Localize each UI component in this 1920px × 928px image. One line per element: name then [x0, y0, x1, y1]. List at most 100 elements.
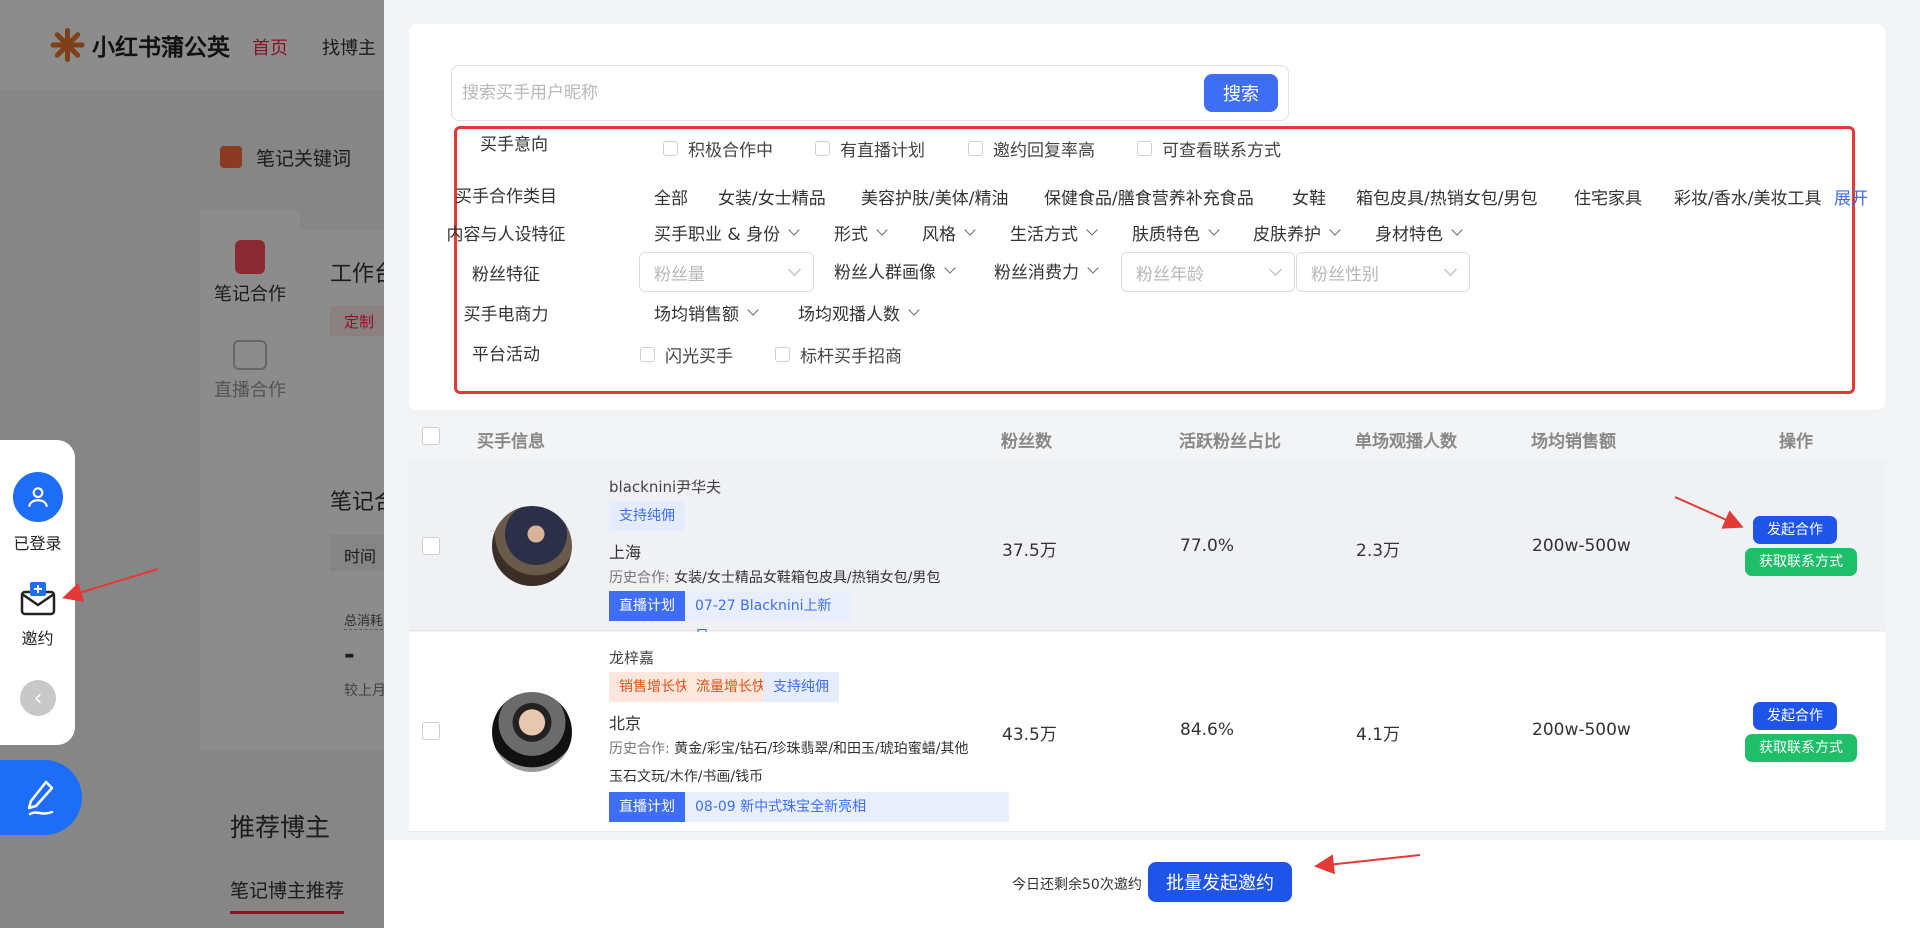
- table-row: 龙梓嘉 销售增长快 流量增长快 支持纯佣 北京 历史合作: 黄金/彩宝/钻石/珍…: [409, 632, 1885, 832]
- fans-age-select[interactable]: 粉丝年龄: [1121, 252, 1295, 292]
- active-ratio: 77.0%: [1180, 536, 1235, 556]
- intent-option[interactable]: 邀约回复率高: [968, 136, 1095, 161]
- persona-dropdown[interactable]: 身材特色: [1375, 220, 1463, 245]
- history-coop: 历史合作: 黄金/彩宝/钻石/珍珠翡翠/和田玉/琥珀蜜蜡/其他: [609, 741, 969, 757]
- th-viewers: 单场观播人数: [1355, 432, 1457, 452]
- persona-dropdown[interactable]: 风格: [922, 220, 976, 245]
- drawer-footer: 今日还剩余50次邀约 批量发起邀约: [384, 840, 1920, 928]
- live-plan[interactable]: 直播计划 08-09 新中式珠宝全新亮相: [609, 792, 1009, 822]
- invite-mail-icon[interactable]: [19, 580, 57, 616]
- fans-dropdown[interactable]: 粉丝人群画像: [834, 258, 956, 283]
- category-item[interactable]: 保健食品/膳食营养补充食品: [1044, 184, 1254, 209]
- chevron-down-icon: [964, 224, 976, 236]
- row-checkbox[interactable]: [422, 537, 440, 555]
- sales: 200w-500w: [1532, 536, 1631, 556]
- buyer-avatar[interactable]: [492, 692, 572, 772]
- history-coop: 历史合作: 女装/女士精品女鞋箱包皮具/热销女包/男包: [609, 570, 941, 586]
- remaining-invites: 今日还剩余50次邀约: [1012, 877, 1142, 893]
- select-all-checkbox[interactable]: [422, 427, 440, 445]
- category-item[interactable]: 彩妆/香水/美妆工具: [1674, 184, 1821, 209]
- th-fans: 粉丝数: [1001, 432, 1052, 452]
- ecom-dropdown[interactable]: 场均观播人数: [798, 300, 920, 325]
- table-header: 买手信息 粉丝数 活跃粉丝占比 单场观播人数 场均销售额 操作: [409, 415, 1885, 461]
- buyer-name[interactable]: 龙梓嘉: [609, 647, 654, 668]
- persona-dropdown[interactable]: 肤质特色: [1132, 220, 1220, 245]
- history-coop-cont: 玉石文玩/木作/书画/钱币: [609, 769, 764, 785]
- row-checkbox[interactable]: [422, 722, 440, 740]
- category-item[interactable]: 女装/女士精品: [718, 184, 826, 209]
- category-item[interactable]: 住宅家具: [1574, 184, 1642, 209]
- buyer-tag: 支持纯佣: [609, 501, 685, 531]
- th-active-ratio: 活跃粉丝占比: [1179, 432, 1281, 452]
- fans-label: 粉丝特征: [472, 265, 540, 285]
- buyer-city: 北京: [609, 714, 642, 733]
- fans-gender-select[interactable]: 粉丝性别: [1296, 252, 1470, 292]
- chevron-down-icon: [944, 262, 956, 274]
- viewers: 2.3万: [1356, 541, 1401, 561]
- buyer-city: 上海: [609, 543, 642, 562]
- active-ratio: 84.6%: [1180, 720, 1235, 740]
- viewers: 4.1万: [1356, 725, 1401, 745]
- category-item[interactable]: 美容护肤/美体/精油: [861, 184, 1008, 209]
- chevron-left-icon[interactable]: ‹: [20, 680, 56, 716]
- invite-label[interactable]: 邀约: [0, 625, 75, 649]
- chevron-down-icon: [1329, 224, 1341, 236]
- write-note-button[interactable]: [0, 760, 82, 835]
- checkbox[interactable]: [663, 141, 678, 156]
- start-coop-button[interactable]: 发起合作: [1753, 516, 1837, 544]
- chevron-down-icon: [1269, 263, 1282, 276]
- search-box: 搜索: [451, 65, 1289, 121]
- persona-dropdown[interactable]: 买手职业 & 身份: [654, 220, 800, 245]
- get-contact-button[interactable]: 获取联系方式: [1745, 548, 1857, 576]
- ecom-label: 买手电商力: [463, 305, 549, 325]
- checkbox[interactable]: [815, 141, 830, 156]
- expand-categories[interactable]: 展开: [1834, 184, 1868, 209]
- fans-dropdown[interactable]: 粉丝消费力: [994, 258, 1099, 283]
- persona-label: 内容与人设特征: [446, 225, 566, 245]
- float-panel: 已登录 邀约 ‹: [0, 440, 75, 745]
- buyer-name[interactable]: blacknini尹华夫: [609, 476, 721, 497]
- pen-icon: [27, 780, 54, 815]
- table-row: blacknini尹华夫 支持纯佣 上海 历史合作: 女装/女士精品女鞋箱包皮具…: [409, 461, 1885, 644]
- chevron-down-icon: [876, 224, 888, 236]
- chevron-down-icon: [1208, 224, 1220, 236]
- chevron-down-icon: [747, 304, 759, 316]
- chevron-down-icon: [1087, 262, 1099, 274]
- intent-option[interactable]: 有直播计划: [815, 136, 925, 161]
- chevron-down-icon: [788, 263, 801, 276]
- category-item[interactable]: 全部: [654, 184, 688, 209]
- chevron-down-icon: [1086, 224, 1098, 236]
- persona-dropdown[interactable]: 形式: [834, 220, 888, 245]
- chevron-down-icon: [788, 224, 800, 236]
- intent-label: 买手意向: [480, 135, 548, 155]
- batch-invite-button[interactable]: 批量发起邀约: [1148, 862, 1292, 902]
- checkbox[interactable]: [775, 347, 790, 362]
- th-actions: 操作: [1779, 432, 1813, 452]
- persona-dropdown[interactable]: 皮肤养护: [1253, 220, 1341, 245]
- get-contact-button[interactable]: 获取联系方式: [1745, 734, 1857, 762]
- ecom-dropdown[interactable]: 场均销售额: [654, 300, 759, 325]
- user-icon: [28, 487, 48, 507]
- intent-option[interactable]: 积极合作中: [663, 136, 773, 161]
- category-item[interactable]: 女鞋: [1292, 184, 1326, 209]
- checkbox[interactable]: [1137, 141, 1152, 156]
- fans-count-select[interactable]: 粉丝量: [639, 252, 814, 292]
- start-coop-button[interactable]: 发起合作: [1753, 702, 1837, 730]
- activity-option[interactable]: 闪光买手: [640, 342, 733, 367]
- sales: 200w-500w: [1532, 720, 1631, 740]
- checkbox[interactable]: [968, 141, 983, 156]
- live-plan[interactable]: 直播计划07-27 Blacknini上新日: [609, 591, 851, 644]
- buyer-drawer: 搜索 买手意向 积极合作中 有直播计划 邀约回复率高 可查看联系方式 买手合作类…: [384, 0, 1920, 928]
- search-button[interactable]: 搜索: [1204, 74, 1278, 112]
- buyer-tag: 支持纯佣: [763, 672, 839, 702]
- logged-in-label: 已登录: [13, 534, 62, 553]
- activity-option[interactable]: 标杆买手招商: [775, 342, 902, 367]
- intent-option[interactable]: 可查看联系方式: [1137, 136, 1281, 161]
- buyer-avatar[interactable]: [492, 506, 572, 586]
- persona-dropdown[interactable]: 生活方式: [1010, 220, 1098, 245]
- category-item[interactable]: 箱包皮具/热销女包/男包: [1356, 184, 1537, 209]
- user-avatar[interactable]: [13, 472, 63, 522]
- chevron-down-icon: [1444, 263, 1457, 276]
- checkbox[interactable]: [640, 347, 655, 362]
- search-input[interactable]: [462, 74, 1162, 112]
